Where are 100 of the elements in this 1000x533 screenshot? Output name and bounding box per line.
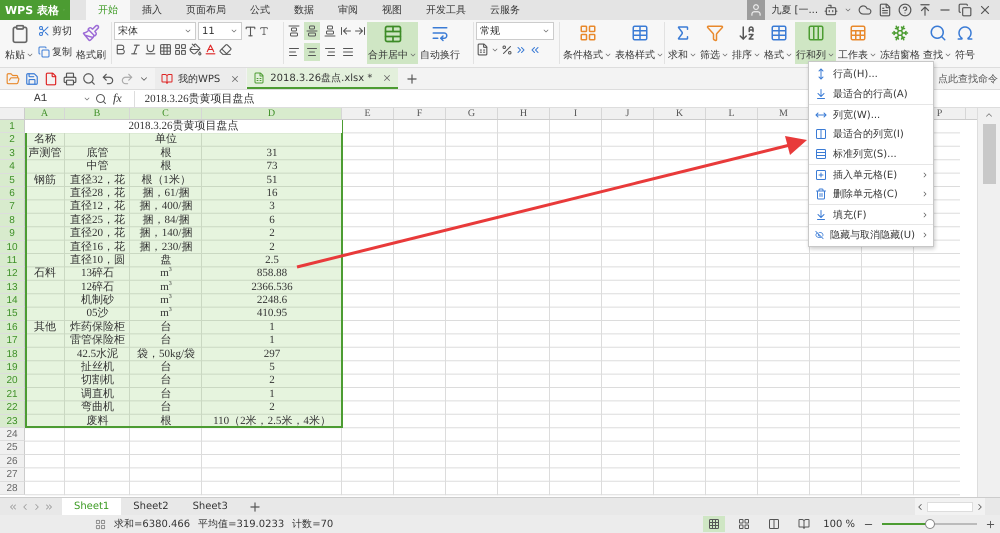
caret-icon: [785, 51, 793, 59]
formula-field[interactable]: 2018.3.26贵黄项目盘点: [134, 90, 774, 106]
column-header[interactable]: J: [602, 108, 654, 119]
menu-item[interactable]: 行高(H)...: [809, 64, 933, 84]
ribbon-tab[interactable]: 数据: [282, 0, 326, 20]
document-tab[interactable]: 我的WPS: [155, 68, 246, 89]
sheet-tab[interactable]: Sheet2: [121, 498, 181, 515]
eraser-icon: [219, 43, 232, 56]
app-menu-button[interactable]: WPS 表格: [0, 0, 70, 20]
ribbon-tab[interactable]: 云服务: [478, 0, 532, 20]
command-search-field[interactable]: 点此查找命令: [938, 68, 1000, 89]
horizontal-align-button[interactable]: [304, 43, 320, 61]
table-cell-text: 1: [268, 388, 276, 402]
person-icon: [749, 3, 764, 17]
caret-icon: [604, 51, 612, 59]
toolbar-button[interactable]: 冻结窗格: [879, 22, 921, 64]
italic-icon: [129, 43, 142, 56]
sheet-tab[interactable]: Sheet3: [180, 498, 240, 515]
ribbon-tab[interactable]: 公式: [238, 0, 282, 20]
close-icon: [230, 74, 240, 84]
merge-center-button[interactable]: 合并居中: [367, 22, 418, 64]
document-tab[interactable]: 2018.3.26盘点.xlsx *: [247, 68, 398, 89]
paste-button[interactable]: 粘贴: [4, 22, 35, 64]
font-size-field[interactable]: 11: [198, 22, 242, 40]
table-cell-text: 73: [266, 160, 278, 174]
toolbar-button[interactable]: 求和: [667, 22, 698, 64]
conditional-format-button[interactable]: 条件格式: [562, 22, 613, 64]
column-header[interactable]: L: [706, 108, 758, 119]
toolbar-button[interactable]: 排序: [731, 22, 762, 64]
table-cell-text: 声测管: [28, 146, 62, 160]
column-header[interactable]: G: [446, 108, 498, 119]
menu-item[interactable]: 标准列宽(S)...: [809, 144, 933, 164]
row-header[interactable]: 27: [0, 468, 25, 482]
toolbar-button[interactable]: 查找: [922, 22, 953, 64]
table-cell-text: 台: [160, 388, 172, 401]
scissors-icon: [38, 25, 50, 37]
table-icon: [770, 24, 788, 42]
scrollbar-thumb[interactable]: [927, 502, 973, 512]
ribbon-tab[interactable]: 插入: [130, 0, 174, 20]
toolbar-button[interactable]: 格式: [763, 22, 794, 64]
funnel-icon: [706, 24, 724, 42]
row-header[interactable]: 26: [0, 454, 25, 468]
view-button[interactable]: [703, 516, 726, 532]
robot-icon: [824, 3, 838, 17]
table-cell-text: 05沙: [86, 307, 110, 320]
ribbon-tab[interactable]: 审阅: [326, 0, 370, 20]
row-header[interactable]: 24: [0, 428, 25, 442]
toolbar-button[interactable]: 筛选: [699, 22, 730, 64]
copy-button[interactable]: 复制: [36, 43, 74, 61]
format-painter-button[interactable]: 格式刷: [75, 22, 107, 64]
row-header[interactable]: 25: [0, 441, 25, 455]
sheet-tab[interactable]: Sheet1: [62, 498, 122, 515]
caret-icon: [26, 51, 34, 59]
hide-icon: [815, 228, 824, 240]
table-style-button[interactable]: 表格样式: [614, 22, 665, 64]
name-box[interactable]: A1: [0, 90, 95, 106]
align-middle-icon: [306, 25, 318, 37]
table-cell-text: 废料: [86, 414, 110, 428]
table-cell-text: 6: [268, 214, 276, 228]
align-center-icon: [306, 46, 318, 58]
ribbon-tab[interactable]: 视图: [370, 0, 414, 20]
toolbar-button[interactable]: 符号: [954, 22, 976, 64]
cut-button[interactable]: 剪切: [36, 22, 74, 40]
table-cell-text: 13碎石: [80, 267, 115, 280]
number-format-field[interactable]: 常规: [476, 22, 554, 40]
count-text: 计数=70: [292, 518, 334, 531]
table-cell-text: 捆，400/捆: [138, 200, 194, 214]
toolbar-button[interactable]: 行和列: [795, 22, 836, 64]
table-cell-text: 根（1米）: [140, 174, 192, 187]
menu-item[interactable]: 删除单元格(C): [809, 184, 933, 204]
table-cell-text: 16: [266, 186, 278, 200]
table-cell-text: 石料: [33, 267, 57, 281]
column-header[interactable]: K: [654, 108, 706, 119]
menu-item[interactable]: 最适合的行高(A): [809, 84, 933, 104]
menu-item[interactable]: 列宽(W)...: [809, 104, 933, 124]
scrollbar-thumb[interactable]: [982, 124, 996, 184]
menu-item[interactable]: 隐藏与取消隐藏(U): [809, 224, 933, 244]
wrap-text-button[interactable]: 自动换行: [419, 22, 461, 64]
column-header[interactable]: I: [550, 108, 602, 119]
menu-item[interactable]: 插入单元格(E): [809, 164, 933, 184]
table-cell-text: 扯丝机: [80, 361, 115, 374]
ribbon-tab[interactable]: 页面布局: [174, 0, 238, 20]
ribbon-tab[interactable]: 开始: [86, 0, 130, 20]
column-header[interactable]: F: [394, 108, 446, 119]
status-icon: [95, 518, 106, 530]
column-header[interactable]: E: [342, 108, 394, 119]
column-header[interactable]: H: [498, 108, 550, 119]
columns-icon: [806, 24, 824, 42]
toolbar-button[interactable]: 工作表: [837, 22, 878, 64]
caret-icon: [753, 51, 761, 59]
zoom-in-icon: [985, 518, 996, 530]
menu-item[interactable]: 填充(F): [809, 204, 933, 224]
copy-icon: [38, 46, 50, 58]
font-name-field[interactable]: 宋体: [114, 22, 196, 40]
table-cell-text: 直径20，花: [69, 227, 126, 241]
slider-thumb[interactable]: [924, 519, 934, 529]
vertical-align-button[interactable]: [304, 22, 320, 40]
menu-item[interactable]: 最适合的列宽(I): [809, 124, 933, 144]
ribbon-tab[interactable]: 开发工具: [414, 0, 478, 20]
row-header[interactable]: 28: [0, 482, 25, 495]
